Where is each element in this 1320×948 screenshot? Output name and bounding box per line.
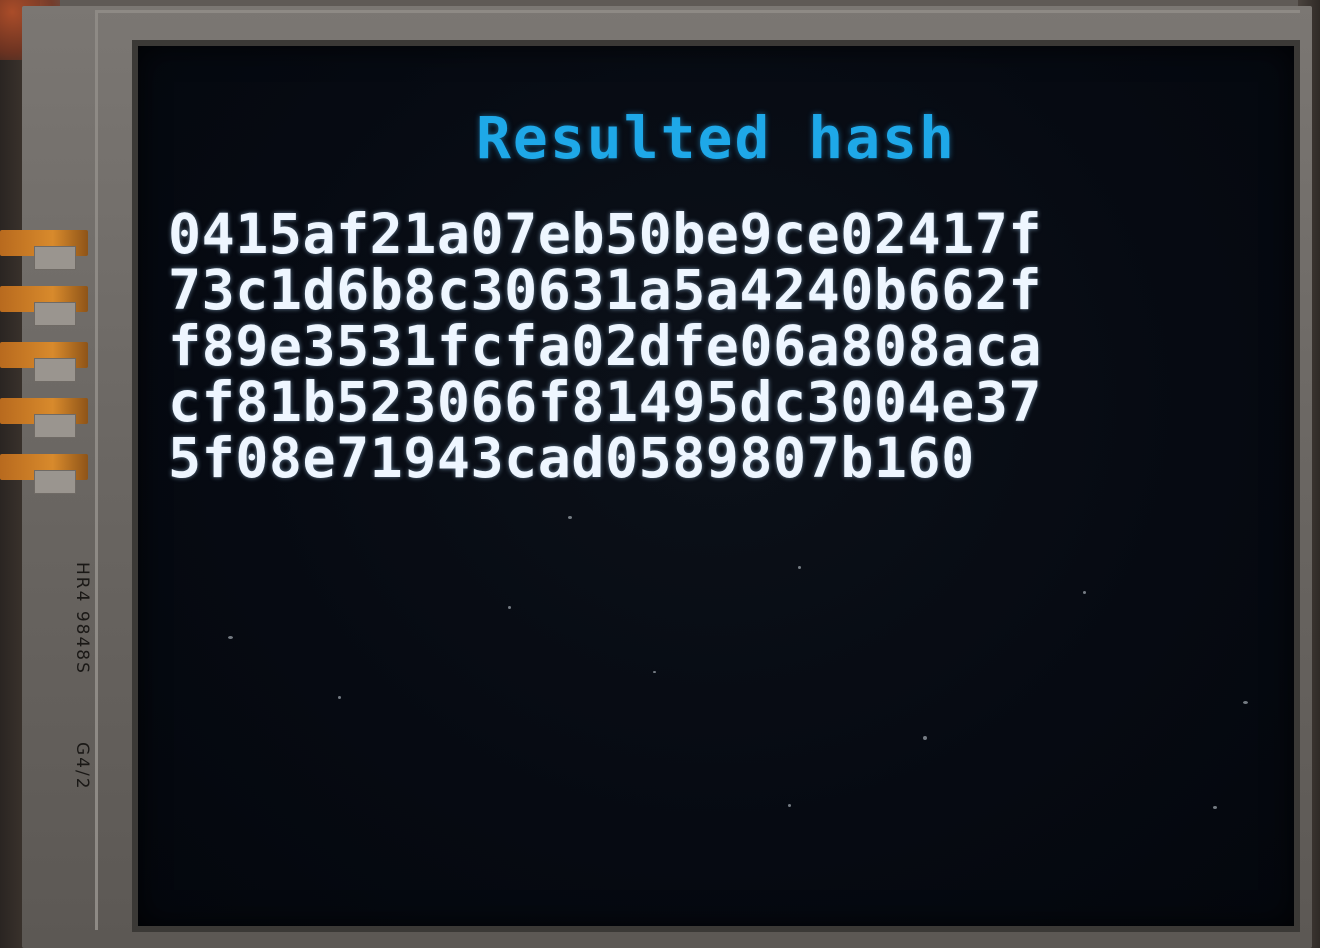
dust-speck bbox=[798, 566, 801, 569]
hash-line-2: 73c1d6b8c30631a5a4240b662f bbox=[168, 258, 1042, 322]
silkscreen-label-model: HR4 9848S bbox=[72, 562, 92, 675]
dust-speck bbox=[338, 696, 341, 699]
dust-speck bbox=[508, 606, 511, 609]
flex-pad bbox=[34, 358, 76, 382]
silkscreen-label-rev: G4/2 bbox=[72, 742, 92, 791]
dust-speck bbox=[1243, 701, 1248, 704]
touch-frame-trace-vertical bbox=[95, 10, 98, 930]
hash-output: 0415af21a07eb50be9ce02417f 73c1d6b8c3063… bbox=[168, 206, 1268, 486]
hash-line-4: cf81b523066f81495dc3004e37 bbox=[168, 370, 1042, 434]
photo-of-lcd-module: HR4 9848S G4/2 Resulted hash 0415af21a07… bbox=[0, 0, 1320, 948]
dust-speck bbox=[788, 804, 791, 807]
flex-pad bbox=[34, 302, 76, 326]
lcd-screen: Resulted hash 0415af21a07eb50be9ce02417f… bbox=[132, 40, 1300, 932]
screen-title: Resulted hash bbox=[476, 104, 956, 172]
dust-speck bbox=[1213, 806, 1217, 809]
hash-line-1: 0415af21a07eb50be9ce02417f bbox=[168, 202, 1042, 266]
dust-speck bbox=[228, 636, 233, 639]
touch-frame-trace-horizontal bbox=[95, 10, 1300, 13]
flex-pad bbox=[34, 246, 76, 270]
flex-pad bbox=[34, 414, 76, 438]
dust-speck bbox=[653, 671, 656, 673]
flex-pad bbox=[34, 470, 76, 494]
hash-line-3: f89e3531fcfa02dfe06a808aca bbox=[168, 314, 1042, 378]
hash-line-5: 5f08e71943cad0589807b160 bbox=[168, 426, 975, 490]
dust-speck bbox=[568, 516, 572, 519]
dust-speck bbox=[923, 736, 927, 740]
dust-speck bbox=[1083, 591, 1086, 594]
flex-ribbon-connector bbox=[0, 230, 95, 510]
